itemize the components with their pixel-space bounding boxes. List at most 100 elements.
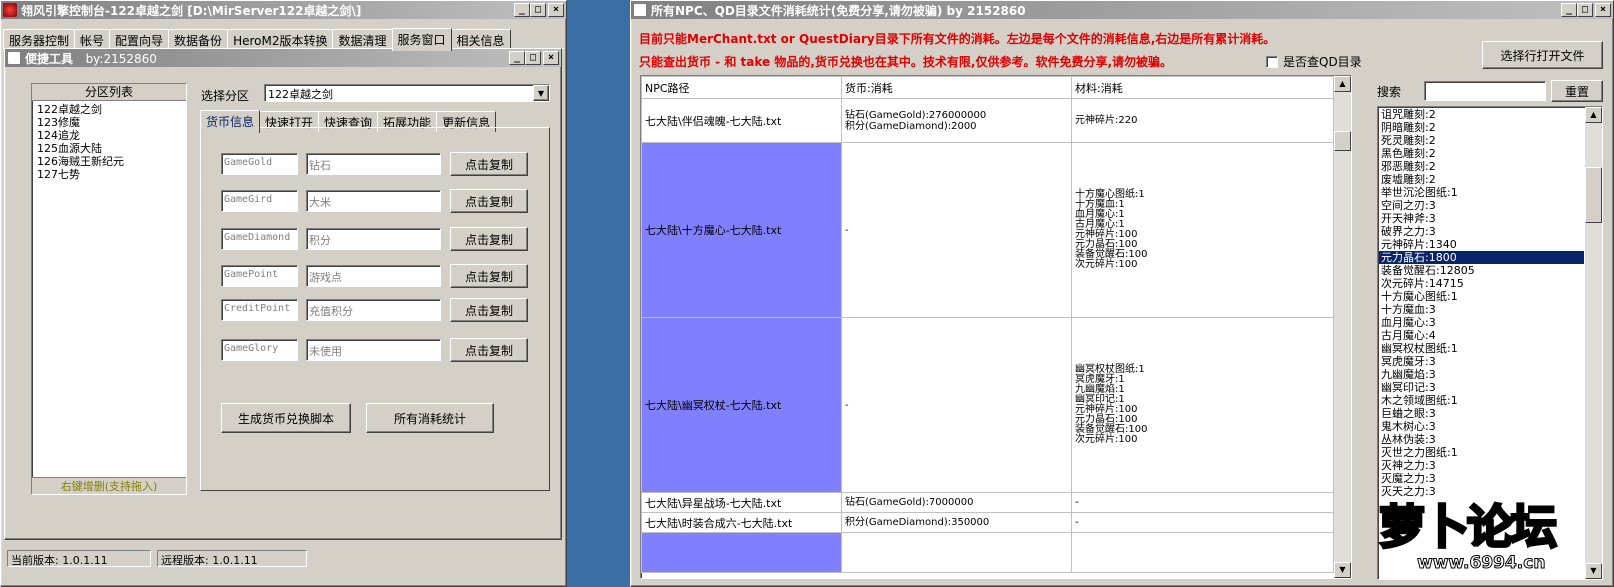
- tool-minimize-icon[interactable]: _: [509, 51, 525, 65]
- list-item[interactable]: 丛林伪装:3: [1379, 433, 1584, 446]
- totals-scroll-thumb[interactable]: [1585, 167, 1602, 223]
- tab-7[interactable]: 相关信息: [450, 29, 511, 50]
- currency-code-field[interactable]: GameGird: [221, 190, 298, 212]
- list-item[interactable]: 古月魔心:4: [1379, 329, 1584, 342]
- list-item[interactable]: 次元碎片:14715: [1379, 277, 1584, 290]
- tool-maximize-icon[interactable]: □: [525, 51, 541, 65]
- tab-4[interactable]: HeroM2版本转换: [227, 29, 334, 50]
- scroll-thumb[interactable]: [1334, 131, 1351, 151]
- currency-name-field[interactable]: 大米: [306, 190, 441, 212]
- currency-code-field[interactable]: GameDiamond: [221, 228, 298, 250]
- list-item[interactable]: 九幽魔焰:3: [1379, 368, 1584, 381]
- list-item[interactable]: 阴暗雕刻:2: [1379, 121, 1584, 134]
- all-stats-button[interactable]: 所有消耗统计: [366, 403, 494, 433]
- stats-close-icon[interactable]: ×: [1595, 3, 1611, 17]
- close-icon[interactable]: ×: [548, 3, 564, 17]
- partition-select[interactable]: 122卓越之剑 ▼: [264, 84, 550, 102]
- list-item[interactable]: 灭魔之力:3: [1379, 472, 1584, 485]
- stats-titlebar[interactable]: 所有NPC、QD目录文件消耗统计(免费分享,请勿被骗) by 2152860 _…: [631, 1, 1613, 19]
- copy-button[interactable]: 点击复制: [450, 298, 528, 322]
- generate-script-button[interactable]: 生成货币兑换脚本: [221, 403, 351, 433]
- tab-0[interactable]: 服务器控制: [3, 29, 76, 50]
- npc-path-cell[interactable]: 七大陆\十方魔心-七大陆.txt: [641, 142, 842, 318]
- maximize-icon[interactable]: □: [530, 3, 546, 17]
- list-item[interactable]: 诅咒雕刻:2: [1379, 108, 1584, 121]
- list-item[interactable]: 十方魔心图纸:1: [1379, 290, 1584, 303]
- list-item[interactable]: 元力晶石:1800: [1379, 251, 1584, 264]
- table-row[interactable]: 七大陆\幽冥权杖-七大陆.txt - 幽冥权杖图纸:1 冥虎魔牙:1 九幽魔焰:1 幽冥印…: [641, 317, 1334, 493]
- list-item[interactable]: 灭神之力:3: [1379, 459, 1584, 472]
- minimize-icon[interactable]: _: [514, 3, 530, 17]
- list-item[interactable]: 123修魔: [35, 116, 183, 129]
- totals-scroll-up-icon[interactable]: ▲: [1585, 107, 1602, 123]
- currency-code-field[interactable]: GamePoint: [221, 265, 298, 287]
- list-item[interactable]: 125血源大陆: [35, 142, 183, 155]
- list-item[interactable]: 空间之刃:3: [1379, 199, 1584, 212]
- npc-path-cell[interactable]: 七大陆\异星战场-七大陆.txt: [641, 492, 842, 513]
- scroll-up-icon[interactable]: ▲: [1334, 76, 1351, 92]
- currency-code-field[interactable]: GameGold: [221, 153, 298, 175]
- table-row[interactable]: [641, 532, 1334, 573]
- currency-name-field[interactable]: 未使用: [306, 339, 441, 361]
- tab-1[interactable]: 帐号: [74, 29, 111, 50]
- list-item[interactable]: 装备觉醒石:12805: [1379, 264, 1584, 277]
- tab-3[interactable]: 数据备份: [168, 29, 229, 50]
- list-item[interactable]: 幽冥印记:3: [1379, 381, 1584, 394]
- npc-path-cell[interactable]: 七大陆\伴侣魂魄-七大陆.txt: [641, 98, 842, 143]
- subtab-0[interactable]: 货币信息: [200, 110, 261, 133]
- list-item[interactable]: 开天神斧:3: [1379, 212, 1584, 225]
- npc-path-cell[interactable]: 七大陆\幽冥权杖-七大陆.txt: [641, 317, 842, 493]
- currency-name-field[interactable]: 充值积分: [306, 299, 441, 321]
- list-item[interactable]: 124追龙: [35, 129, 183, 142]
- list-item[interactable]: 幽冥权杖图纸:1: [1379, 342, 1584, 355]
- scroll-down-icon[interactable]: ▼: [1334, 562, 1351, 578]
- table-row[interactable]: 七大陆\异星战场-七大陆.txt 钻石(GameGold):7000000 -: [641, 492, 1334, 513]
- list-item[interactable]: 血月魔心:3: [1379, 316, 1584, 329]
- open-file-button[interactable]: 选择行打开文件: [1482, 41, 1603, 69]
- tab-5[interactable]: 数据清理: [332, 29, 393, 50]
- list-item[interactable]: 126海贼王新纪元: [35, 155, 183, 168]
- tab-2[interactable]: 配置向导: [109, 29, 170, 50]
- table-row[interactable]: 七大陆\伴侣魂魄-七大陆.txt 钻石(GameGold):276000000 积分…: [641, 98, 1334, 143]
- copy-button[interactable]: 点击复制: [450, 189, 528, 213]
- partition-list[interactable]: 122卓越之剑 123修魔 124追龙 125血源大陆 126海贼王新纪元 127七势: [35, 103, 183, 181]
- copy-button[interactable]: 点击复制: [450, 227, 528, 251]
- currency-name-field[interactable]: 钻石: [306, 153, 441, 175]
- reset-button[interactable]: 重置: [1551, 80, 1603, 102]
- stats-minimize-icon[interactable]: _: [1561, 3, 1577, 17]
- list-item[interactable]: 122卓越之剑: [35, 103, 183, 116]
- tool-close-icon[interactable]: ×: [543, 51, 559, 65]
- list-item[interactable]: 举世沉沦图纸:1: [1379, 186, 1584, 199]
- qd-checkbox-row[interactable]: 是否查QD目录: [1266, 53, 1362, 70]
- chevron-down-icon[interactable]: ▼: [533, 85, 549, 101]
- tab-6[interactable]: 服务窗口: [391, 28, 452, 51]
- list-item[interactable]: 127七势: [35, 168, 183, 181]
- copy-button[interactable]: 点击复制: [450, 152, 528, 176]
- table-row[interactable]: 七大陆\时装合成六-七大陆.txt 积分(GameDiamond):350000 -: [641, 512, 1334, 533]
- totals-list[interactable]: 诅咒雕刻:2 阴暗雕刻:2 死灵雕刻:2 黑色雕刻:2 邪恶雕刻:2 废墟雕刻:2 举世沉沦…: [1379, 108, 1584, 498]
- stats-maximize-icon[interactable]: □: [1577, 3, 1593, 17]
- consumption-table[interactable]: NPC路径 货币:消耗 材料:消耗 七大陆\伴侣魂魄-七大陆.txt 钻石(GameG…: [641, 76, 1334, 573]
- currency-name-field[interactable]: 游戏点: [306, 265, 441, 287]
- table-row[interactable]: 七大陆\十方魔心-七大陆.txt - 十方魔心图纸:1 十方魔血:1 血月魔心:1 古月魔…: [641, 142, 1334, 318]
- list-item[interactable]: 冥虎魔牙:3: [1379, 355, 1584, 368]
- list-item[interactable]: 十方魔血:3: [1379, 303, 1584, 316]
- search-input[interactable]: [1424, 81, 1546, 101]
- list-item[interactable]: 破界之力:3: [1379, 225, 1584, 238]
- list-item[interactable]: 巨蛐之眼:3: [1379, 407, 1584, 420]
- list-item[interactable]: 木之领域图纸:1: [1379, 394, 1584, 407]
- npc-path-cell[interactable]: 七大陆\时装合成六-七大陆.txt: [641, 512, 842, 533]
- list-item[interactable]: 死灵雕刻:2: [1379, 134, 1584, 147]
- currency-code-field[interactable]: GameGlory: [221, 339, 298, 361]
- list-item[interactable]: 灭世之力图纸:1: [1379, 446, 1584, 459]
- currency-name-field[interactable]: 积分: [306, 228, 441, 250]
- list-item[interactable]: 元神碎片:1340: [1379, 238, 1584, 251]
- qd-checkbox[interactable]: [1266, 55, 1278, 68]
- table-scrollbar[interactable]: ▲ ▼: [1334, 76, 1351, 578]
- npc-path-cell[interactable]: [641, 532, 842, 573]
- currency-code-field[interactable]: CreditPoint: [221, 299, 298, 321]
- copy-button[interactable]: 点击复制: [450, 338, 528, 362]
- list-item[interactable]: 废墟雕刻:2: [1379, 173, 1584, 186]
- list-item[interactable]: 邪恶雕刻:2: [1379, 160, 1584, 173]
- console-titlebar[interactable]: 翎风引擎控制台-122卓越之剑 [D:\MirServer122卓越之剑\] _…: [1, 1, 566, 19]
